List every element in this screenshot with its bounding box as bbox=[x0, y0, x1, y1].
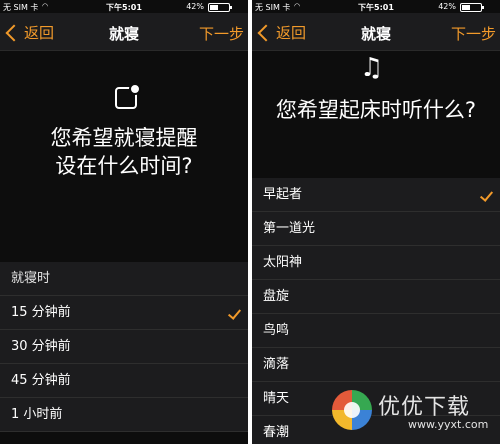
battery-icon bbox=[460, 3, 484, 12]
option-label: 第一道光 bbox=[263, 221, 316, 236]
option-label: 太阳神 bbox=[263, 255, 303, 270]
bedtime-reminder-screen: 无 SIM 卡 ◠ 下午5:01 42% 返回 就寝 下一步 您希望就寝提醒 设… bbox=[0, 0, 248, 444]
status-bar: 无 SIM 卡 ◠ 下午5:01 42% bbox=[252, 0, 500, 13]
sound-helios[interactable]: 太阳神 bbox=[252, 246, 500, 280]
checkmark-icon bbox=[479, 188, 494, 202]
reminder-notification-icon bbox=[115, 83, 141, 109]
option-label: 春潮 bbox=[263, 425, 290, 440]
question-text: 您希望起床时听什么? bbox=[275, 98, 477, 122]
option-15-min[interactable]: 15 分钟前 bbox=[0, 296, 248, 330]
sound-early-riser[interactable]: 早起者 bbox=[252, 178, 500, 212]
next-button[interactable]: 下一步 bbox=[451, 23, 496, 44]
option-30-min[interactable]: 30 分钟前 bbox=[0, 330, 248, 364]
watermark-logo-icon bbox=[332, 390, 372, 430]
list-header: 就寝时 bbox=[0, 262, 248, 296]
battery-icon bbox=[208, 3, 232, 12]
question-line-2: 设在什么时间? bbox=[55, 154, 193, 178]
reminder-options-list: 就寝时 15 分钟前 30 分钟前 45 分钟前 1 小时前 bbox=[0, 262, 248, 432]
sound-hover[interactable]: 盘旋 bbox=[252, 280, 500, 314]
option-label: 1 小时前 bbox=[11, 407, 63, 422]
sound-birdsong[interactable]: 鸟鸣 bbox=[252, 314, 500, 348]
option-label: 30 分钟前 bbox=[11, 339, 71, 354]
sound-first-light[interactable]: 第一道光 bbox=[252, 212, 500, 246]
option-label: 盘旋 bbox=[263, 289, 290, 304]
watermark-url: www.yyxt.com bbox=[408, 418, 489, 431]
sound-droplets[interactable]: 滴落 bbox=[252, 348, 500, 382]
option-label: 晴天 bbox=[263, 391, 290, 406]
option-label: 早起者 bbox=[263, 187, 303, 202]
wake-sound-screen: 无 SIM 卡 ◠ 下午5:01 42% 返回 就寝 下一步 ♫ 您希望起床时听… bbox=[252, 0, 500, 444]
site-watermark: 优优下载 www.yyxt.com bbox=[332, 386, 492, 436]
battery-percent: 42% bbox=[186, 2, 204, 11]
next-button[interactable]: 下一步 bbox=[199, 23, 244, 44]
option-45-min[interactable]: 45 分钟前 bbox=[0, 364, 248, 398]
battery-percent: 42% bbox=[438, 2, 456, 11]
option-label: 15 分钟前 bbox=[11, 305, 71, 320]
navigation-bar: 返回 就寝 下一步 bbox=[0, 13, 248, 51]
watermark-name: 优优下载 bbox=[378, 395, 471, 420]
checkmark-icon bbox=[227, 306, 242, 320]
option-label: 鸟鸣 bbox=[263, 323, 290, 338]
option-label: 45 分钟前 bbox=[11, 373, 71, 388]
question-text: 您希望就寝提醒 设在什么时间? bbox=[0, 124, 248, 180]
option-label: 滴落 bbox=[263, 357, 290, 372]
question-line-1: 您希望就寝提醒 bbox=[50, 126, 198, 150]
status-bar: 无 SIM 卡 ◠ 下午5:01 42% bbox=[0, 0, 248, 13]
option-1-hour[interactable]: 1 小时前 bbox=[0, 398, 248, 432]
music-note-icon: ♫ bbox=[360, 53, 384, 83]
navigation-bar: 返回 就寝 下一步 bbox=[252, 13, 500, 51]
